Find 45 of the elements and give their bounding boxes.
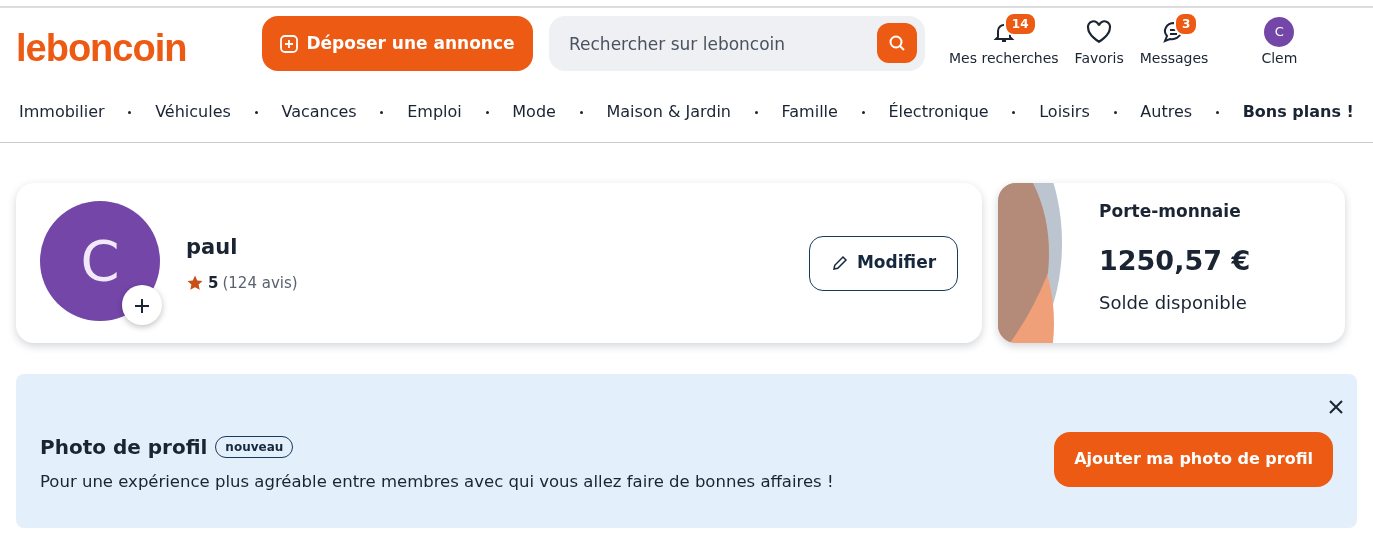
balance-caption: Solde disponible — [1099, 291, 1248, 315]
category-link[interactable]: Mode — [512, 100, 556, 124]
category-link[interactable]: Immobilier — [19, 100, 105, 124]
search-icon — [888, 34, 906, 52]
separator-dot — [380, 110, 384, 114]
plus-icon — [133, 297, 151, 315]
separator-dot — [1012, 110, 1016, 114]
header-link[interactable]: Favoris — [1074, 16, 1124, 69]
plus-square-icon — [280, 34, 299, 53]
category-link[interactable]: Vacances — [281, 100, 357, 124]
category-link[interactable]: Bons plans ! — [1242, 100, 1354, 124]
profile-avatar: C — [40, 201, 160, 321]
separator-dot — [579, 110, 583, 114]
close-icon — [1329, 399, 1343, 414]
wallet-balance: 1250,57 € — [1099, 243, 1251, 278]
banner-text: Pour une expérience plus agréable entre membres avec qui vous allez faire de bonnes affaires ! — [40, 470, 835, 493]
separator-dot — [1215, 110, 1219, 114]
rating-value: 5 — [208, 272, 219, 294]
pencil-icon — [830, 254, 849, 272]
category-link[interactable]: Autres — [1140, 100, 1193, 124]
category-link[interactable]: Loisirs — [1039, 100, 1090, 124]
search-field[interactable]: Rechercher sur leboncoin — [549, 16, 925, 71]
category-link[interactable]: Électronique — [888, 100, 989, 124]
separator-dot — [1113, 110, 1117, 114]
add-photo-button[interactable] — [122, 285, 162, 325]
search-button[interactable] — [877, 23, 917, 63]
header-link[interactable]: C Clem — [1224, 16, 1335, 69]
review-count: (124 avis) — [222, 272, 298, 294]
separator-dot — [754, 110, 758, 114]
heart-icon — [1086, 20, 1113, 44]
count-badge: 14 — [1003, 12, 1037, 36]
avatar: C — [1264, 17, 1295, 47]
edit-button[interactable]: Modifier — [809, 235, 958, 291]
separator-dot — [485, 110, 489, 114]
count-badge: 3 — [1174, 12, 1199, 36]
category-link[interactable]: Emploi — [407, 100, 462, 124]
separator-dot — [128, 110, 132, 114]
category-link[interactable]: Maison & Jardin — [606, 100, 731, 124]
wallet-title: Porte-monnaie — [1099, 200, 1242, 223]
category-link[interactable]: Véhicules — [155, 100, 231, 124]
category-link[interactable]: Famille — [781, 100, 838, 124]
separator-dot — [254, 110, 258, 114]
profile-name: paul — [186, 234, 239, 261]
banner-title: Photo de profil — [40, 433, 208, 461]
separator-dot — [861, 110, 865, 114]
